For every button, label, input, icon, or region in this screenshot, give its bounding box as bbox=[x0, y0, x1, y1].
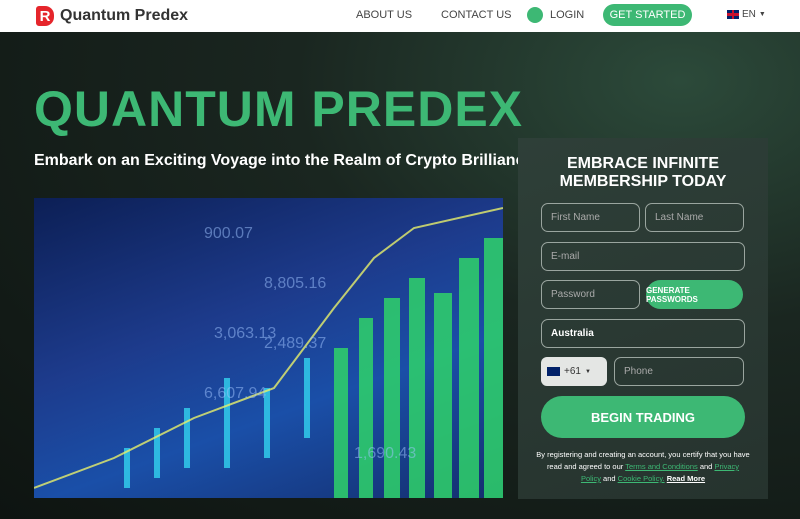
logo-icon: R bbox=[36, 6, 54, 26]
top-nav: R Quantum Predex ABOUT US CONTACT US LOG… bbox=[0, 0, 800, 32]
nav-contact[interactable]: CONTACT US bbox=[441, 9, 512, 21]
dial-code: +61 bbox=[564, 366, 581, 377]
svg-text:8,805.16: 8,805.16 bbox=[264, 275, 326, 292]
terms-link[interactable]: Terms and Conditions bbox=[625, 462, 698, 471]
trading-chart-image: 900.07 8,805.16 3,063.13 2,489.37 6,607.94 1,… bbox=[34, 198, 503, 498]
svg-text:900.07: 900.07 bbox=[204, 225, 253, 242]
first-name-input[interactable]: First Name bbox=[541, 203, 640, 232]
user-icon[interactable] bbox=[527, 7, 543, 23]
legal-text: By registering and creating an account, … bbox=[536, 450, 750, 483]
hero-section: QUANTUM PREDEX Embark on an Exciting Voy… bbox=[0, 32, 800, 519]
generate-passwords-button[interactable]: GENERATE PASSWORDS bbox=[646, 280, 743, 309]
language-selector[interactable]: EN ▼ bbox=[727, 9, 766, 20]
hero-title: QUANTUM PREDEX bbox=[34, 81, 524, 137]
email-input[interactable]: E-mail bbox=[541, 242, 745, 271]
form-heading: EMBRACE INFINITE MEMBERSHIP TODAY bbox=[559, 155, 727, 190]
caret-down-icon: ▼ bbox=[584, 368, 591, 375]
read-more-link[interactable]: Read More bbox=[667, 474, 705, 483]
logo[interactable]: R Quantum Predex bbox=[36, 6, 188, 26]
get-started-button[interactable]: GET STARTED bbox=[603, 4, 692, 26]
caret-down-icon: ▼ bbox=[758, 11, 766, 18]
nav-about[interactable]: ABOUT US bbox=[356, 9, 412, 21]
cookie-link[interactable]: Cookie Policy. bbox=[618, 474, 665, 483]
svg-text:6,607.94: 6,607.94 bbox=[204, 385, 266, 402]
svg-text:2,489.37: 2,489.37 bbox=[264, 335, 326, 352]
brand-name: Quantum Predex bbox=[60, 7, 189, 24]
phone-input[interactable]: Phone bbox=[614, 357, 744, 386]
language-label: EN bbox=[742, 9, 756, 20]
last-name-input[interactable]: Last Name bbox=[645, 203, 744, 232]
australia-flag-icon bbox=[547, 367, 560, 376]
hero-subtitle: Embark on an Exciting Voyage into the Re… bbox=[34, 152, 534, 169]
uk-flag-icon bbox=[727, 10, 739, 19]
svg-text:1,690.43: 1,690.43 bbox=[354, 445, 416, 462]
nav-login[interactable]: LOGIN bbox=[550, 9, 584, 21]
country-select[interactable]: Australia bbox=[541, 319, 745, 348]
country-code-select[interactable]: +61 ▼ bbox=[541, 357, 607, 386]
signup-form: EMBRACE INFINITE MEMBERSHIP TODAY First N… bbox=[518, 138, 768, 499]
candlestick-illustration: 900.078,805.163,063.132,489.376,607.941,… bbox=[34, 207, 503, 498]
begin-trading-button[interactable]: BEGIN TRADING bbox=[541, 396, 745, 438]
password-input[interactable]: Password bbox=[541, 280, 640, 309]
